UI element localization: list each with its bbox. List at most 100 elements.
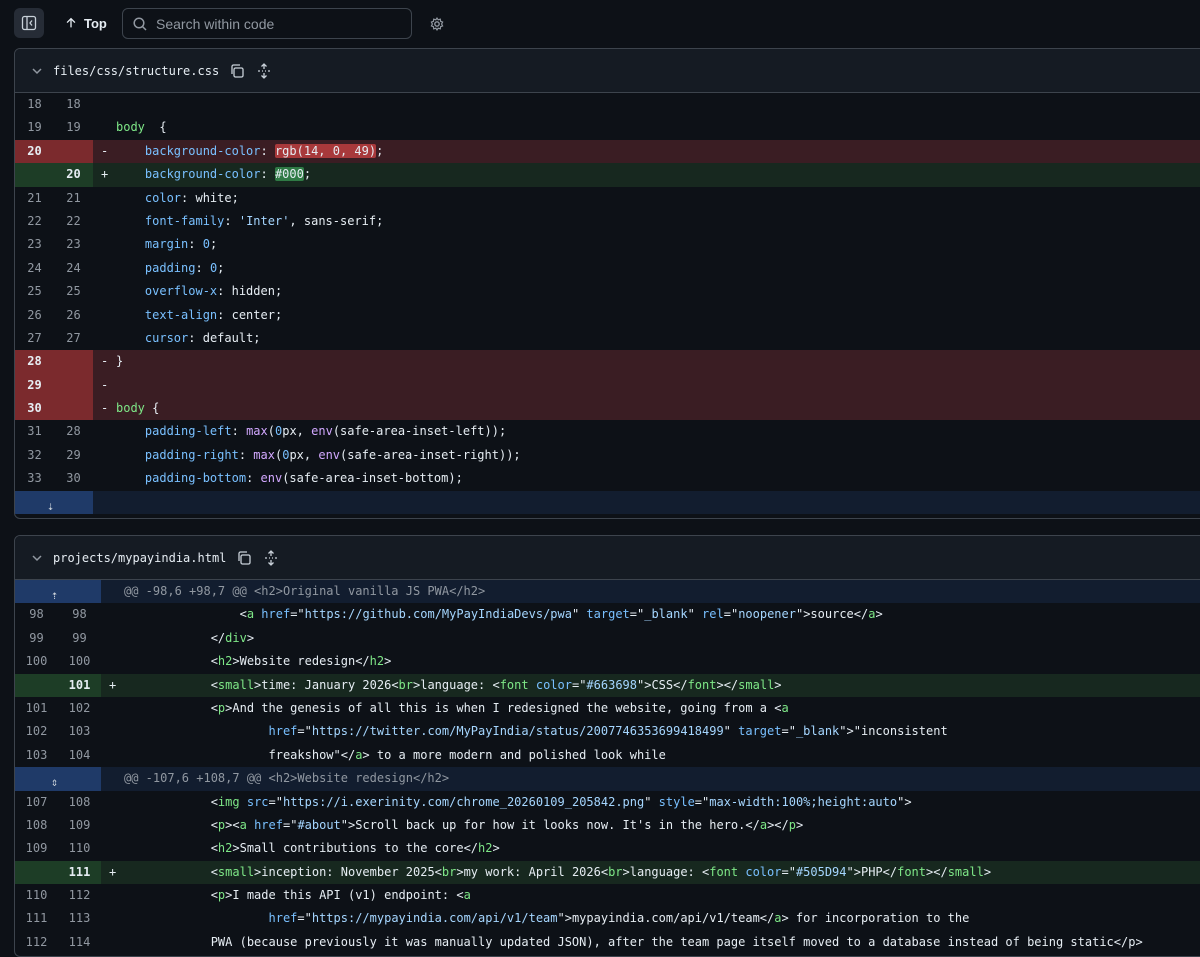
diff-body: ⇡ @@ -98,6 +98,7 @@ <h2>Original vanilla … xyxy=(15,580,1200,954)
hunk-header-text: @@ -98,6 +98,7 @@ <h2>Original vanilla J… xyxy=(124,584,486,598)
expand-all-icon[interactable] xyxy=(255,62,273,80)
old-line-number[interactable]: 110 xyxy=(15,884,58,907)
old-line-number[interactable]: 103 xyxy=(15,744,58,767)
old-line-number[interactable]: 108 xyxy=(15,814,58,837)
old-line-number[interactable]: 29 xyxy=(15,374,54,397)
old-line-number[interactable]: 99 xyxy=(15,627,58,650)
old-line-number[interactable]: 25 xyxy=(15,280,54,303)
hunk-header-text: @@ -107,6 +108,7 @@ <h2>Website redesign… xyxy=(124,771,450,786)
old-line-number[interactable]: 111 xyxy=(15,907,58,930)
new-line-number[interactable]: 19 xyxy=(54,116,93,139)
new-line-number[interactable]: 112 xyxy=(58,884,101,907)
file-name[interactable]: files/css/structure.css xyxy=(53,64,219,78)
old-line-number[interactable]: 26 xyxy=(15,304,54,327)
old-line-number[interactable]: 32 xyxy=(15,444,54,467)
new-line-number[interactable]: 98 xyxy=(58,603,101,626)
old-line-number[interactable]: 23 xyxy=(15,233,54,256)
old-line-number[interactable]: 22 xyxy=(15,210,54,233)
old-line-number[interactable]: 33 xyxy=(15,467,54,490)
new-line-number[interactable]: 30 xyxy=(54,467,93,490)
new-line-number[interactable]: 23 xyxy=(54,233,93,256)
old-line-number[interactable]: 109 xyxy=(15,837,58,860)
old-line-number[interactable]: 112 xyxy=(15,931,58,954)
old-line-number[interactable]: 31 xyxy=(15,420,54,443)
hunk-header-row: ⇣ xyxy=(15,490,1200,515)
new-line-number[interactable]: 102 xyxy=(58,697,101,720)
old-line-number[interactable]: 100 xyxy=(15,650,58,673)
top-button[interactable]: Top xyxy=(56,8,115,38)
new-line-number[interactable]: 100 xyxy=(58,650,101,673)
old-line-number[interactable]: 98 xyxy=(15,603,58,626)
code-text: body { xyxy=(116,120,167,135)
old-line-number[interactable]: 101 xyxy=(15,697,58,720)
new-line-number[interactable]: 27 xyxy=(54,327,93,350)
old-line-number[interactable]: 24 xyxy=(15,257,54,280)
gear-icon xyxy=(430,17,444,31)
copy-icon[interactable] xyxy=(228,62,246,80)
new-line-number[interactable] xyxy=(54,397,93,420)
code-text: padding-left: max(0px, env(safe-area-ins… xyxy=(144,424,507,439)
diff-line: 32 29 padding-right: max(0px, env(safe-ar… xyxy=(15,444,1200,467)
code-text: <p>I made this API (v1) endpoint: <a xyxy=(124,888,471,903)
code-text: <h2>Small contributions to the core</h2> xyxy=(124,841,500,856)
chevron-down-icon[interactable] xyxy=(29,63,45,79)
new-line-number[interactable]: 103 xyxy=(58,720,101,743)
old-line-number[interactable] xyxy=(15,674,58,697)
code-text: overflow-x: hidden; xyxy=(144,284,283,299)
new-line-number[interactable]: 25 xyxy=(54,280,93,303)
old-line-number[interactable]: 18 xyxy=(15,93,54,116)
new-line-number[interactable]: 110 xyxy=(58,837,101,860)
settings-button[interactable] xyxy=(424,9,450,39)
diff-line: 33 30 padding-bottom: env(safe-area-inset… xyxy=(15,467,1200,490)
new-line-number[interactable]: 22 xyxy=(54,210,93,233)
diff-line: 27 27 cursor: default; xyxy=(15,327,1200,350)
diff-line: 24 24 padding: 0; xyxy=(15,257,1200,280)
old-line-number[interactable]: 28 xyxy=(15,350,54,373)
new-line-number[interactable]: 26 xyxy=(54,304,93,327)
old-line-number[interactable]: 102 xyxy=(15,720,58,743)
new-line-number[interactable]: 113 xyxy=(58,907,101,930)
new-line-number[interactable]: 114 xyxy=(58,931,101,954)
new-line-number[interactable]: 29 xyxy=(54,444,93,467)
diff-line: 31 28 padding-left: max(0px, env(safe-are… xyxy=(15,420,1200,443)
new-line-number[interactable]: 28 xyxy=(54,420,93,443)
new-line-number[interactable]: 99 xyxy=(58,627,101,650)
code-text: background-color: #000; xyxy=(144,167,312,182)
file-name[interactable]: projects/mypayindia.html xyxy=(53,551,226,565)
diff-line: 108 109 <p><a href="#about">Scroll back u… xyxy=(15,814,1200,837)
code-text: cursor: default; xyxy=(144,330,261,345)
new-line-number[interactable] xyxy=(54,350,93,373)
toggle-sidebar-button[interactable] xyxy=(14,8,44,38)
old-line-number[interactable]: 30 xyxy=(15,397,54,420)
diff-line: 112 114 PWA (because previously it was ma… xyxy=(15,931,1200,954)
code-text: text-align: center; xyxy=(144,307,283,322)
old-line-number[interactable]: 19 xyxy=(15,116,54,139)
hunk-header-row: ⇡ @@ -98,6 +98,7 @@ <h2>Original vanilla … xyxy=(15,580,1200,604)
new-line-number[interactable]: 101 xyxy=(58,674,101,697)
code-text: PWA (because previously it was manually … xyxy=(124,934,1143,949)
old-line-number[interactable]: 21 xyxy=(15,187,54,210)
new-line-number[interactable]: 18 xyxy=(54,93,93,116)
new-line-number[interactable]: 109 xyxy=(58,814,101,837)
new-line-number[interactable]: 24 xyxy=(54,257,93,280)
new-line-number[interactable]: 111 xyxy=(58,861,101,884)
new-line-number[interactable]: 108 xyxy=(58,791,101,814)
new-line-number[interactable]: 20 xyxy=(54,163,93,186)
old-line-number[interactable]: 107 xyxy=(15,791,58,814)
expand-all-icon[interactable] xyxy=(262,549,280,567)
chevron-down-icon[interactable] xyxy=(29,550,45,566)
old-line-number[interactable]: 20 xyxy=(15,140,54,163)
old-line-number[interactable]: 27 xyxy=(15,327,54,350)
code-text: <small>time: January 2026<br>language: <… xyxy=(124,677,782,692)
new-line-number[interactable]: 21 xyxy=(54,187,93,210)
expand-lines-icon[interactable]: ⇣ xyxy=(47,495,54,518)
new-line-number[interactable] xyxy=(54,374,93,397)
search-input[interactable] xyxy=(154,14,408,33)
copy-icon[interactable] xyxy=(235,549,253,567)
diff-line: 23 23 margin: 0; xyxy=(15,233,1200,256)
new-line-number[interactable] xyxy=(54,140,93,163)
new-line-number[interactable]: 104 xyxy=(58,744,101,767)
old-line-number[interactable] xyxy=(15,163,54,186)
code-text: freakshow"</a> to a more modern and poli… xyxy=(124,747,666,762)
old-line-number[interactable] xyxy=(15,861,58,884)
